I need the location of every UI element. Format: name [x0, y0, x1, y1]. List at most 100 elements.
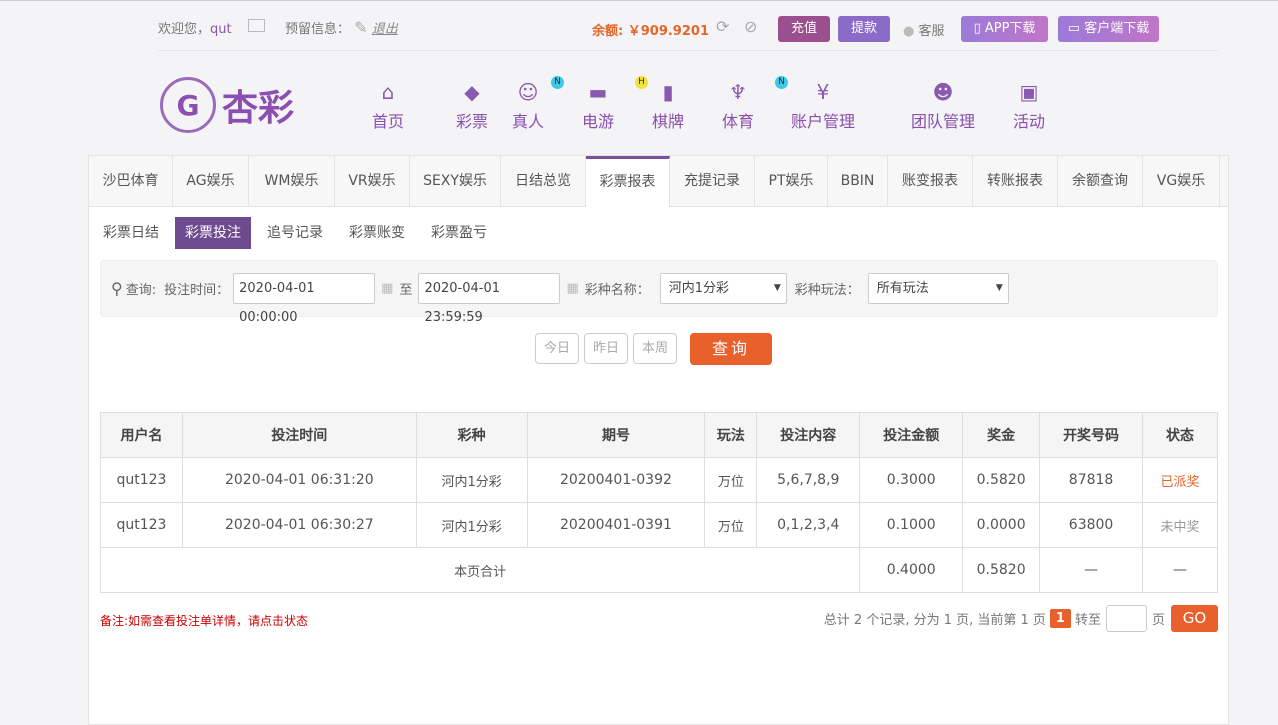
nav-team[interactable]: ☻ 团队管理 [880, 80, 1006, 132]
current-page[interactable]: 1 [1049, 609, 1071, 628]
total-label: 本页合计 [99, 547, 861, 593]
status-link[interactable]: 已派奖 [1142, 457, 1218, 503]
balance-label: 余额: [592, 24, 624, 39]
status-link[interactable]: 未中奖 [1142, 502, 1218, 548]
subtab-lottery-account-change[interactable]: 彩票账变 [339, 217, 415, 249]
table-row: qut123 2020-04-01 06:31:20 河内1分彩 20200401-0… [100, 457, 1218, 503]
dropdown-arrow-icon: ▼ [773, 283, 781, 293]
tab-pt[interactable]: PT娱乐 [755, 156, 828, 206]
cell-bet-time: 2020-04-01 06:31:20 [181, 457, 417, 503]
nav-account[interactable]: ¥ 账户管理 [780, 80, 866, 132]
home-icon: ⌂ [381, 80, 395, 104]
col-play: 玩法 [704, 412, 758, 458]
cell-amount: 0.1000 [859, 502, 964, 548]
search-button[interactable]: 查询 [690, 333, 772, 365]
tab-account-change[interactable]: 账变报表 [888, 156, 973, 206]
play-label: 彩种玩法： [794, 283, 860, 298]
recharge-button[interactable]: 充值 [778, 16, 830, 42]
logo[interactable]: G 杏彩 [160, 76, 310, 134]
top-border [0, 0, 1278, 4]
service-label: 客服 [918, 24, 945, 39]
quick-buttons: 今日 昨日 本周 查询 [535, 333, 772, 365]
client-download-button[interactable]: ▭ 客户端下载 [1058, 16, 1159, 42]
play-value: 所有玩法 [876, 281, 929, 296]
tab-vg[interactable]: VG娱乐 [1143, 156, 1220, 206]
cell-lottery: 河内1分彩 [415, 457, 528, 503]
yesterday-button[interactable]: 昨日 [584, 333, 628, 364]
tab-transfer-report[interactable]: 转账报表 [973, 156, 1058, 206]
tab-daily-summary[interactable]: 日结总览 [501, 156, 586, 206]
col-draw-code: 开奖号码 [1039, 412, 1144, 458]
gift-icon: ▣ [1019, 80, 1039, 104]
col-bonus: 奖金 [962, 412, 1041, 458]
col-username: 用户名 [100, 412, 183, 458]
today-button[interactable]: 今日 [535, 333, 579, 364]
tab-balance-query[interactable]: 余额查询 [1058, 156, 1143, 206]
nav-label: 电游 [581, 112, 614, 131]
hide-eye-icon[interactable]: ⊘ [744, 17, 757, 36]
query-label: 查询: [125, 283, 157, 298]
tab-bbin[interactable]: BBIN [828, 156, 888, 206]
calendar-icon[interactable]: ▦ [381, 281, 393, 296]
monitor-icon: ▭ [1067, 21, 1081, 36]
end-time-input[interactable]: 2020-04-01 23:59:59 [418, 273, 561, 325]
nav-label: 账户管理 [790, 112, 855, 131]
logo-text: 杏彩 [222, 88, 295, 129]
col-content: 投注内容 [756, 412, 861, 458]
cell-play: 万位 [704, 457, 758, 503]
cell-bonus: 0.5820 [962, 457, 1041, 503]
service-link[interactable]: ● 客服 [903, 20, 945, 39]
phone-icon: ▯ [973, 21, 981, 36]
logout-link[interactable]: 退出 [372, 22, 398, 37]
tab-saba[interactable]: 沙巴体育 [89, 156, 173, 206]
trophy-icon: ♆ N [696, 76, 788, 108]
col-status: 状态 [1142, 412, 1218, 458]
play-select[interactable]: 所有玩法 ▼ [867, 273, 1009, 304]
nav-live[interactable]: ☺ N 真人 [500, 76, 564, 132]
gamepad-icon: ▬ H [556, 76, 648, 108]
reserved-info: 预留信息： ✎ 退出 [285, 18, 398, 37]
yen-icon: ¥ [816, 80, 830, 104]
cell-content: 5,6,7,8,9 [756, 457, 861, 503]
woman-icon: ☺ N [500, 76, 564, 108]
total-draw-code: — [1039, 547, 1144, 593]
total-row: 本页合计 0.4000 0.5820— — [99, 547, 1218, 593]
nav-sports[interactable]: ♆ N 体育 [696, 76, 788, 132]
edit-icon[interactable]: ✎ [354, 18, 367, 37]
reserved-info-label: 预留信息： [285, 22, 351, 37]
nav-label: 团队管理 [910, 112, 975, 131]
nav-slots[interactable]: ▬ H 电游 [556, 76, 648, 132]
mail-icon[interactable] [248, 19, 265, 32]
nav-activity[interactable]: ▣ 活动 [1006, 80, 1052, 132]
page-input[interactable] [1105, 605, 1147, 632]
refresh-icon[interactable]: ⟳ [716, 17, 729, 36]
go-button[interactable]: GO [1171, 605, 1218, 632]
nav-home[interactable]: ⌂ 首页 [360, 80, 416, 132]
tab-deposit-records[interactable]: 充提记录 [670, 156, 755, 206]
cell-username: qut123 [100, 457, 183, 503]
service-icon: ● [903, 24, 915, 39]
tab-lottery-report[interactable]: 彩票报表 [586, 156, 670, 207]
cell-draw-code: 63800 [1039, 502, 1144, 548]
cell-amount: 0.3000 [859, 457, 964, 503]
app-download-button[interactable]: ▯ APP下载 [961, 16, 1048, 42]
nav-chess[interactable]: ▮ 棋牌 [640, 80, 696, 132]
col-bet-time: 投注时间 [181, 412, 417, 458]
withdraw-button[interactable]: 提款 [838, 16, 890, 42]
balance: 余额: ￥909.9201 [592, 20, 709, 39]
tab-sexy[interactable]: SEXY娱乐 [410, 156, 501, 206]
start-time-input[interactable]: 2020-04-01 00:00:00 [233, 273, 376, 325]
lottery-select[interactable]: 河内1分彩 ▼ [659, 273, 787, 304]
subtab-lottery-profit[interactable]: 彩票盈亏 [421, 217, 497, 249]
subtab-lottery-daily[interactable]: 彩票日结 [93, 217, 169, 249]
calendar-icon[interactable]: ▦ [566, 281, 578, 296]
subtab-lottery-bets[interactable]: 彩票投注 [175, 217, 251, 249]
balance-value: ￥909.9201 [627, 24, 709, 39]
this-week-button[interactable]: 本周 [633, 333, 677, 364]
tab-wm[interactable]: WM娱乐 [249, 156, 335, 206]
tab-vr[interactable]: VR娱乐 [335, 156, 410, 206]
lottery-value: 河内1分彩 [668, 281, 730, 296]
subtab-chase-records[interactable]: 追号记录 [257, 217, 333, 249]
tab-ag[interactable]: AG娱乐 [173, 156, 249, 206]
cell-bet-time: 2020-04-01 06:30:27 [181, 502, 417, 548]
